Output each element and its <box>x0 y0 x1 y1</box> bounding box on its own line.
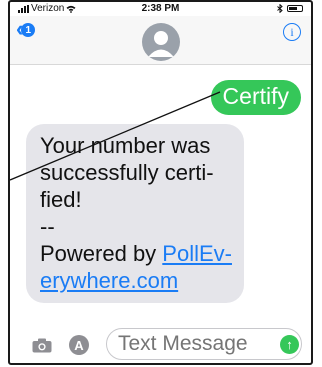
bluetooth-icon <box>277 4 283 13</box>
message-line: fied! <box>40 187 82 212</box>
text-message-input[interactable] <box>106 328 302 360</box>
back-button[interactable]: ‹ 1 <box>16 18 36 40</box>
message-composer: A ↑ <box>10 324 311 363</box>
contact-avatar[interactable] <box>141 23 180 61</box>
battery-icon <box>287 5 303 12</box>
message-line: successfully certi- <box>40 160 214 185</box>
unread-badge: 1 <box>21 23 36 37</box>
pollev-link[interactable]: PollEv- <box>162 241 232 266</box>
camera-icon[interactable] <box>32 338 52 353</box>
status-right <box>277 4 303 13</box>
person-icon <box>147 31 174 57</box>
info-button[interactable]: i <box>283 23 301 41</box>
outgoing-message-bubble: Certify <box>210 80 301 115</box>
message-line: erywhere.com <box>40 267 234 294</box>
app-store-icon[interactable]: A <box>69 335 89 355</box>
conversation-header: ‹ 1 i <box>10 16 311 65</box>
send-button[interactable]: ↑ <box>280 335 299 354</box>
phone-screen: Verizon 2:38 PM ‹ 1 i Certify Your numbe… <box>8 0 313 365</box>
powered-by-text: Powered by <box>40 241 163 266</box>
status-bar: Verizon 2:38 PM <box>10 2 311 16</box>
incoming-message-bubble: Your number was successfully certi- fied… <box>26 124 244 303</box>
message-line: Powered by PollEv- <box>40 240 234 267</box>
message-line: -- <box>40 214 55 239</box>
clock: 2:38 PM <box>141 3 180 14</box>
message-line: Your number was <box>40 133 211 158</box>
pollev-link-continued[interactable]: erywhere.com <box>40 268 178 293</box>
